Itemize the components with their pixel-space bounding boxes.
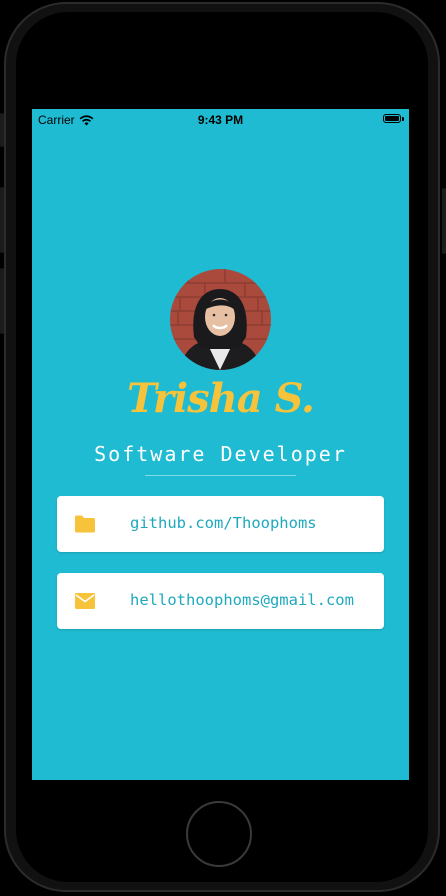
name-divider [145,475,296,476]
mail-icon [75,593,95,609]
volume-up-button [0,187,4,253]
status-time: 9:43 PM [197,113,244,127]
github-card[interactable]: github.com/Thoophoms [57,496,384,552]
email-address[interactable]: hellothoophoms@gmail.com [130,591,354,609]
github-link[interactable]: github.com/Thoophoms [130,514,317,532]
profile-name: Trisha S. [127,375,315,422]
email-card[interactable]: hellothoophoms@gmail.com [57,573,384,629]
phone-frame: Carrier 9:43 PM Trisha S. Software Devel… [0,0,446,896]
home-button[interactable] [186,801,252,867]
profile-role: Software Developer [94,442,347,466]
power-button [442,188,446,254]
profile-avatar [170,269,271,370]
app-screen: Carrier 9:43 PM Trisha S. Software Devel… [32,109,409,780]
mute-switch [0,113,4,147]
battery-tip [402,117,404,121]
battery-icon [383,114,401,123]
folder-icon [75,515,95,533]
volume-down-button [0,268,4,334]
battery-fill [385,116,399,121]
status-bar: Carrier 9:43 PM [32,109,409,129]
